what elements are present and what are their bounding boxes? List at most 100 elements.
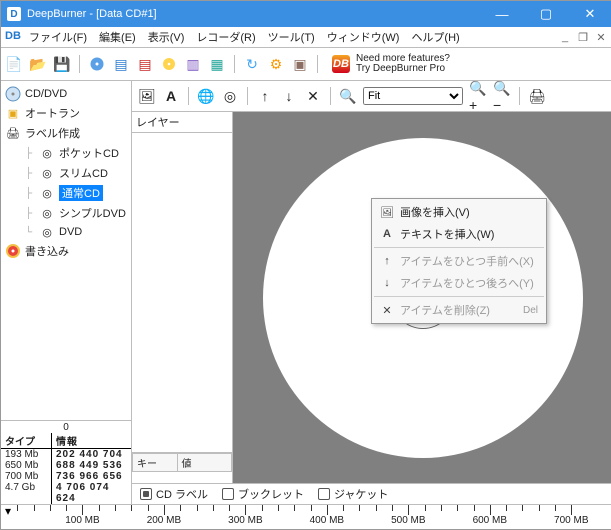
sidebar-item-cddvd[interactable]: CD/DVD — [3, 85, 129, 103]
tab-label: CD ラベル — [156, 486, 208, 502]
minimize-button[interactable]: — — [480, 1, 524, 27]
sidebar-item-simpledvd[interactable]: ├ ◎ シンプルDVD — [3, 203, 129, 223]
separator — [330, 87, 331, 105]
menu-recorder[interactable]: レコーダ(R) — [190, 27, 261, 47]
radio-off-icon — [318, 488, 330, 500]
capacity-panel: 0 タイプ 情報 193 Mb202 440 704 650 Mb688 449… — [1, 420, 131, 504]
stack-icon[interactable]: ▥ — [184, 55, 202, 73]
separator — [188, 87, 189, 105]
menu-file[interactable]: ファイル(F) — [23, 27, 93, 47]
image-icon: 🖼 — [380, 206, 394, 219]
radio-off-icon — [222, 488, 234, 500]
menu-tools[interactable]: ツール(T) — [262, 27, 321, 47]
capacity-row: 4.7 Gb4 706 074 624 — [1, 482, 131, 504]
tab-jacket[interactable]: ジャケット — [318, 486, 388, 502]
close-button[interactable]: ✕ — [568, 1, 611, 27]
tab-booklet[interactable]: ブックレット — [222, 486, 304, 502]
chip-icon[interactable]: ▣ — [291, 55, 309, 73]
ruler-label: 400 MB — [310, 515, 344, 526]
sidebar-item-label: シンプルDVD — [59, 205, 126, 221]
prop-col-key: キー — [133, 454, 178, 472]
sidebar-item-label: ラベル作成 — [25, 125, 80, 141]
sidebar-item-slimcd[interactable]: ├ ◎ スリムCD — [3, 163, 129, 183]
arrow-down-icon: ↓ — [380, 277, 394, 289]
ruler-label: 100 MB — [65, 515, 99, 526]
globe-icon[interactable]: 🌐 — [197, 87, 215, 105]
printer-icon: 🖨 — [5, 126, 21, 140]
tree-elbow-icon: ├ — [25, 188, 35, 199]
book-blue-icon[interactable]: ▤ — [112, 55, 130, 73]
insert-image-icon[interactable]: 🖼 — [138, 87, 156, 105]
disc-blue-icon[interactable] — [88, 55, 106, 73]
menu-insert-text[interactable]: A テキストを挿入(W) — [374, 223, 544, 245]
insert-text-icon[interactable]: A — [162, 87, 180, 105]
property-grid: キー 値 — [132, 452, 232, 483]
menu-window[interactable]: ウィンドウ(W) — [321, 27, 406, 47]
menu-item-label: 画像を挿入(V) — [400, 204, 470, 220]
delete-icon: ✕ — [380, 304, 394, 317]
save-icon[interactable]: 💾 — [53, 55, 71, 73]
menu-insert-image[interactable]: 🖼 画像を挿入(V) — [374, 201, 544, 223]
bottom-tabs: CD ラベル ブックレット ジャケット — [132, 483, 611, 504]
open-icon[interactable]: 📂 — [29, 55, 47, 73]
tab-cd-label[interactable]: CD ラベル — [140, 486, 208, 502]
cd-outline-icon: ◎ — [39, 166, 55, 180]
window-title: DeepBurner - [Data CD#1] — [27, 8, 480, 20]
sidebar-item-labeling[interactable]: 🖨 ラベル作成 — [3, 123, 129, 143]
sidebar: CD/DVD ▣ オートラン 🖨 ラベル作成 ├ ◎ ポケットCD ├ ◎ — [1, 81, 132, 504]
new-doc-icon[interactable]: 📄 — [5, 55, 23, 73]
delete-item-icon[interactable]: ✕ — [304, 87, 322, 105]
gear-icon[interactable]: ⚙ — [267, 55, 285, 73]
menu-separator — [374, 247, 544, 248]
promo-logo-icon: DB — [332, 55, 350, 73]
arrow-up-icon: ↑ — [380, 255, 394, 267]
menu-help[interactable]: ヘルプ(H) — [405, 27, 465, 47]
mdi-minimize[interactable]: _ — [558, 31, 572, 44]
sidebar-item-label: DVD — [59, 226, 82, 238]
ruler-label: 200 MB — [147, 515, 181, 526]
menu-item-label: テキストを挿入(W) — [400, 226, 494, 242]
menu-item-label: アイテムをひとつ手前へ(X) — [400, 253, 534, 269]
layer-header: レイヤー — [132, 112, 232, 133]
app-icon: D — [7, 7, 21, 21]
sidebar-item-normalcd[interactable]: ├ ◎ 通常CD — [3, 183, 129, 203]
target-icon[interactable]: ◎ — [221, 87, 239, 105]
mdi-close[interactable]: ✕ — [594, 31, 608, 44]
send-back-icon[interactable]: ↓ — [280, 87, 298, 105]
tab-label: ブックレット — [238, 486, 304, 502]
bring-front-icon[interactable]: ↑ — [256, 87, 274, 105]
menu-edit[interactable]: 編集(E) — [93, 27, 142, 47]
promo[interactable]: DB Need more features? Try DeepBurner Pr… — [332, 54, 450, 75]
tree-elbow-icon: ├ — [25, 148, 35, 159]
capacity-col-info: 情報 — [52, 433, 131, 448]
main-toolbar: 📄 📂 💾 ▤ ▤ ▥ ▦ ↻ ⚙ ▣ DB Need more feature… — [1, 48, 611, 81]
refresh-icon[interactable]: ↻ — [243, 55, 261, 73]
radio-on-icon — [140, 488, 152, 500]
tree-elbow-icon: ├ — [25, 168, 35, 179]
cd-outline-icon: ◎ — [39, 146, 55, 160]
sidebar-item-burn[interactable]: 書き込み — [3, 241, 129, 261]
cd-small-icon[interactable] — [160, 55, 178, 73]
tab-label: ジャケット — [334, 486, 388, 502]
print-icon[interactable]: 🖨 — [528, 87, 546, 105]
app-icon-small: DB — [5, 30, 19, 44]
mdi-restore[interactable]: ❐ — [576, 31, 590, 44]
block-icon[interactable]: ▦ — [208, 55, 226, 73]
layer-panel: レイヤー キー 値 — [132, 112, 233, 483]
disc-icon — [5, 87, 21, 101]
menu-view[interactable]: 表示(V) — [142, 27, 191, 47]
separator — [317, 55, 318, 73]
text-icon: A — [380, 228, 394, 240]
sidebar-item-pocketcd[interactable]: ├ ◎ ポケットCD — [3, 143, 129, 163]
layer-list[interactable] — [132, 133, 232, 452]
zoom-select[interactable]: Fit — [363, 87, 463, 105]
sidebar-item-autorun[interactable]: ▣ オートラン — [3, 103, 129, 123]
capacity-row: 193 Mb202 440 704 — [1, 449, 131, 460]
zoom-in-icon[interactable]: 🔍+ — [469, 87, 487, 105]
menu-delete-item: ✕ アイテムを削除(Z) Del — [374, 299, 544, 321]
maximize-button[interactable]: ▢ — [524, 1, 568, 27]
book-red-icon[interactable]: ▤ — [136, 55, 154, 73]
sidebar-item-dvd[interactable]: └ ◎ DVD — [3, 223, 129, 241]
zoom-out-icon[interactable]: 🔍− — [493, 87, 511, 105]
capacity-row: 700 Mb736 966 656 — [1, 471, 131, 482]
